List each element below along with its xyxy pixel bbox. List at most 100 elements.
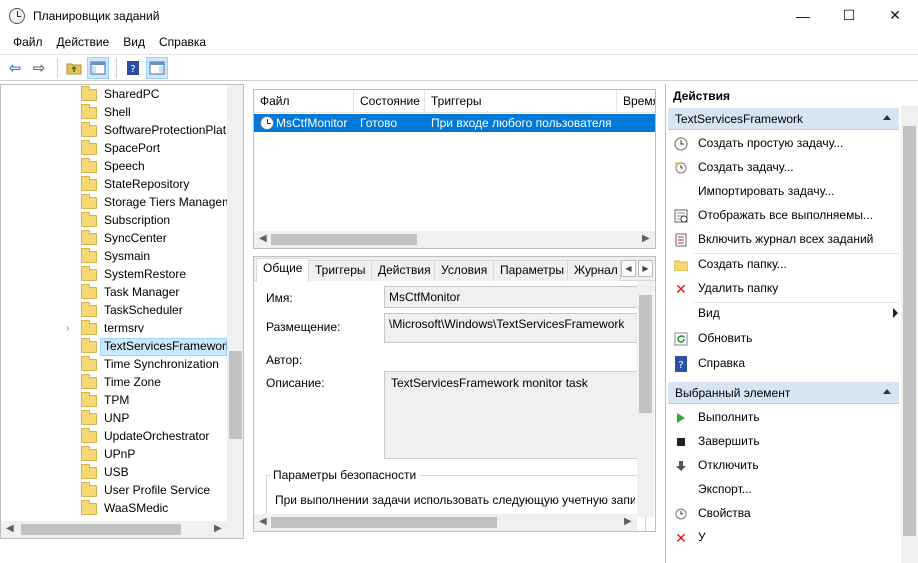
properties[interactable]: Свойства [673, 504, 898, 524]
scroll-thumb[interactable] [271, 517, 497, 528]
disable-task[interactable]: Отключить [673, 456, 898, 476]
scroll-right-icon[interactable]: ▶ [642, 233, 650, 244]
scroll-thumb[interactable] [21, 524, 181, 535]
section-header-selected[interactable]: Выбранный элемент [668, 382, 899, 404]
tab-actions[interactable]: Действия [371, 260, 438, 281]
tree-item[interactable]: StateRepository [1, 176, 229, 194]
tree-item[interactable]: SpacePort [1, 140, 229, 158]
enable-all-tasks-history[interactable]: Включить журнал всех заданий [673, 230, 898, 250]
column-header-file[interactable]: Файл [254, 90, 354, 113]
export-task[interactable]: Экспорт... [673, 480, 898, 500]
forward-button[interactable]: ⇨ [28, 57, 50, 79]
scroll-left-icon[interactable]: ◀ [259, 516, 267, 527]
description-field[interactable]: TextServicesFramework monitor task [384, 371, 639, 459]
tree-item[interactable]: WaaSMedic [1, 500, 229, 518]
tree-item[interactable]: Speech [1, 158, 229, 176]
tree-item[interactable]: TPM [1, 392, 229, 410]
tab-conditions[interactable]: Условия [434, 260, 495, 281]
tree-item[interactable]: › termsrv [1, 320, 229, 338]
run-task[interactable]: Выполнить [673, 408, 898, 428]
show-hide-tree-button[interactable] [87, 56, 109, 79]
back-button[interactable]: ⇦ [4, 57, 26, 79]
menu-file[interactable]: Файл [6, 35, 50, 49]
up-folder-button[interactable] [63, 57, 85, 79]
tree-item[interactable]: SyncCenter [1, 230, 229, 248]
folder-icon [673, 257, 689, 273]
tree-item[interactable]: UNP [1, 410, 229, 428]
help[interactable]: ? Справка [673, 354, 898, 374]
tree-item[interactable]: SharedPC [1, 86, 229, 104]
tree-item[interactable]: Shell [1, 104, 229, 122]
tab-general[interactable]: Общие [256, 258, 310, 282]
create-task[interactable]: Создать задачу... [673, 158, 898, 178]
scroll-thumb[interactable] [903, 126, 916, 536]
scroll-right-icon[interactable]: ▶ [214, 523, 222, 534]
view-menu[interactable]: Вид [673, 304, 898, 324]
column-header-triggers[interactable]: Триггеры [425, 90, 617, 113]
new-folder[interactable]: Создать папку... [673, 255, 898, 275]
menu-help[interactable]: Справка [152, 35, 213, 49]
scroll-left-icon[interactable]: ◀ [259, 233, 267, 244]
tree-item[interactable]: USB [1, 464, 229, 482]
menu-action[interactable]: Действие [50, 35, 117, 49]
tree-item-label: TPM [104, 393, 130, 407]
create-basic-task[interactable]: Создать простую задачу... [673, 134, 898, 154]
tree-item[interactable]: Sysmain [1, 248, 229, 266]
tree-item[interactable]: Subscription [1, 212, 229, 230]
collapse-caret-icon[interactable] [883, 389, 891, 394]
tree-vertical-scrollbar[interactable] [227, 85, 243, 538]
tree-item[interactable]: TextServicesFramework [1, 338, 232, 356]
close-button[interactable]: ✕ [872, 0, 918, 31]
tree-item[interactable]: Task Manager [1, 284, 229, 302]
tree-item[interactable]: SoftwareProtectionPlat [1, 122, 229, 140]
tree-item-label: USB [104, 465, 129, 479]
maximize-button[interactable]: ☐ [826, 0, 872, 31]
delete-task[interactable]: ✕ У [673, 528, 898, 548]
column-header-state[interactable]: Состояние [354, 90, 425, 113]
tree-item[interactable]: TaskScheduler [1, 302, 229, 320]
minimize-button[interactable]: — [780, 0, 826, 31]
section-header-folder[interactable]: TextServicesFramework [668, 108, 899, 130]
tree-item[interactable]: UPnP [1, 446, 229, 464]
action-label: Свойства [698, 506, 751, 520]
tab-scroll-right-icon[interactable]: ▶ [638, 260, 653, 277]
scroll-thumb[interactable] [639, 295, 652, 413]
tree-item[interactable]: Storage Tiers Managem [1, 194, 232, 212]
collapse-caret-icon[interactable] [883, 115, 891, 120]
tab-scroll-left-icon[interactable]: ◀ [621, 260, 636, 277]
tree-item[interactable]: Time Zone [1, 374, 229, 392]
scroll-left-icon[interactable]: ◀ [6, 523, 14, 534]
refresh[interactable]: Обновить [673, 329, 898, 349]
actions-vertical-scrollbar[interactable] [901, 106, 918, 563]
tree-horizontal-scrollbar[interactable]: ◀ ▶ [1, 521, 227, 538]
tree-item-label: Time Zone [104, 375, 161, 389]
tab-triggers[interactable]: Триггеры [308, 260, 373, 281]
delete-folder[interactable]: ✕ Удалить папку [673, 279, 898, 299]
tree-item-label: SyncCenter [104, 231, 167, 245]
show-action-pane-button[interactable] [146, 56, 168, 79]
location-field[interactable]: \Microsoft\Windows\TextServicesFramework [384, 313, 639, 343]
scroll-right-icon[interactable]: ▶ [624, 516, 632, 527]
import-task[interactable]: Импортировать задачу... [673, 182, 898, 202]
expand-chevron-icon[interactable]: › [66, 323, 69, 334]
details-vertical-scrollbar[interactable] [637, 281, 654, 517]
tree-item[interactable]: Time Synchronization [1, 356, 229, 374]
details-horizontal-scrollbar[interactable]: ◀ ▶ [254, 514, 637, 531]
end-task[interactable]: Завершить [673, 432, 898, 452]
scroll-thumb[interactable] [229, 351, 242, 439]
title-bar: Планировщик заданий — ☐ ✕ [0, 0, 918, 31]
list-horizontal-scrollbar[interactable]: ◀ ▶ [254, 231, 655, 248]
tree-item[interactable]: UpdateOrchestrator [1, 428, 229, 446]
folder-icon [81, 284, 97, 299]
tree-item[interactable]: SystemRestore [1, 266, 229, 284]
tab-history[interactable]: Журнал [567, 260, 621, 281]
task-row[interactable]: MsCtfMonitor Готово При входе любого пол… [254, 114, 655, 132]
tree-item[interactable]: User Profile Service [1, 482, 229, 500]
name-field[interactable]: MsCtfMonitor [384, 286, 639, 308]
column-header-time[interactable]: Время [617, 90, 655, 113]
menu-view[interactable]: Вид [116, 35, 152, 49]
scroll-thumb[interactable] [271, 234, 417, 245]
display-running-tasks[interactable]: Отображать все выполняемы... [673, 206, 898, 226]
help-button[interactable]: ? [122, 57, 144, 79]
tab-settings[interactable]: Параметры [493, 260, 571, 281]
